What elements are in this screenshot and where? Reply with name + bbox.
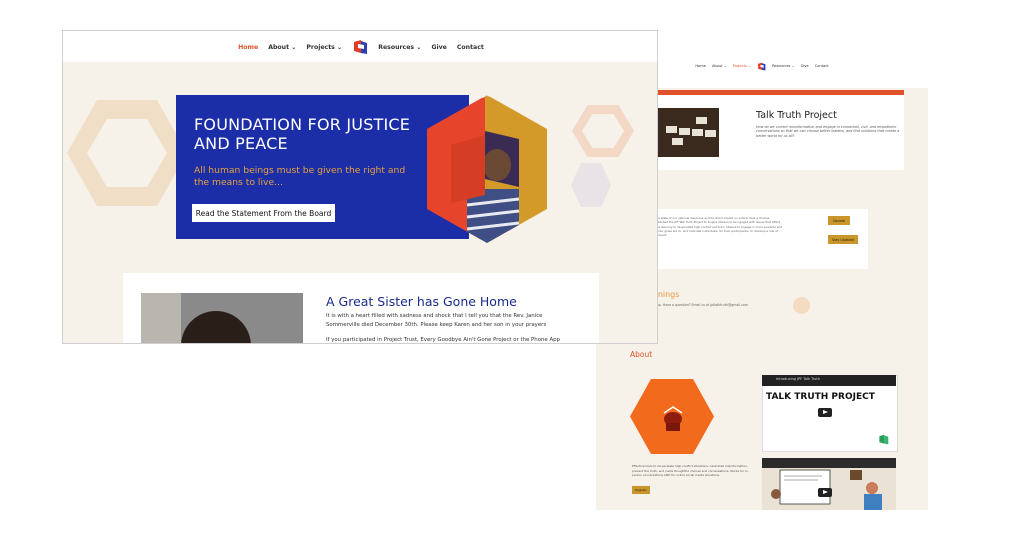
chevron-down-icon: ⌄ [337, 43, 343, 51]
back-nav-home[interactable]: Home [695, 64, 706, 68]
front-page-screenshot: Home About ⌄ Projects ⌄ Resources ⌄ Give… [62, 30, 658, 344]
back-nav-give[interactable]: Give [801, 64, 809, 68]
hero-title: FOUNDATION FOR JUSTICE AND PEACE [194, 115, 411, 153]
about-text: Effective tools to de-escalate high-conf… [632, 464, 749, 477]
back-nav-projects[interactable]: Projects ⌄ [733, 64, 751, 68]
news-title[interactable]: A Great Sister has Gone Home [326, 294, 517, 309]
read-statement-button[interactable]: Read the Statement From the Board [192, 204, 335, 222]
second-video-title-bar [762, 458, 896, 468]
nav-resources[interactable]: Resources ⌄ [378, 44, 421, 51]
news-paragraph-1: It is with a heart filled with sadness a… [326, 313, 547, 328]
video-logo-icon [878, 430, 889, 449]
stay-updated-button[interactable]: Stay Updated [828, 235, 858, 244]
video-bar-title[interactable]: Introducing JPF Talk Truth [776, 377, 820, 381]
nav-projects[interactable]: Projects ⌄ [306, 44, 342, 51]
hero-subtitle: All human beings must be given the right… [194, 165, 406, 188]
video-title: TALK TRUTH PROJECT [766, 392, 875, 402]
nav-home[interactable]: Home [238, 44, 258, 51]
decorative-circle [793, 297, 810, 314]
donate-button[interactable]: Donate [828, 216, 850, 225]
talk-truth-title: Talk Truth Project [756, 110, 837, 121]
scrabble-tiles-image [656, 108, 719, 157]
hero-logo-artwork [427, 95, 547, 243]
about-hexagon-image [630, 379, 714, 454]
second-play-icon[interactable] [818, 488, 832, 497]
play-icon[interactable] [818, 408, 832, 417]
about-heading: About [630, 350, 653, 359]
register-button[interactable]: Register [632, 486, 650, 494]
talk-truth-description: How do we correct misinformation and eng… [756, 125, 900, 138]
logo-icon[interactable] [352, 39, 368, 55]
nav-give[interactable]: Give [431, 44, 446, 51]
back-nav-contact[interactable]: Contact [815, 64, 829, 68]
main-nav: Home About ⌄ Projects ⌄ Resources ⌄ Give… [63, 38, 657, 56]
decorative-hexagon-gray [571, 163, 611, 207]
back-nav-about[interactable]: About ⌄ [712, 64, 727, 68]
back-nav-resources[interactable]: Resources ⌄ [772, 64, 795, 68]
chevron-down-icon: ⌄ [291, 43, 297, 51]
chevron-down-icon: ⌄ [416, 43, 422, 51]
back-logo-icon[interactable] [757, 62, 766, 71]
nav-contact[interactable]: Contact [457, 44, 484, 51]
nav-about[interactable]: About ⌄ [268, 44, 296, 51]
news-paragraph-2: If you participated in Project Trust, Ev… [326, 337, 560, 343]
sister-photo [141, 293, 303, 343]
